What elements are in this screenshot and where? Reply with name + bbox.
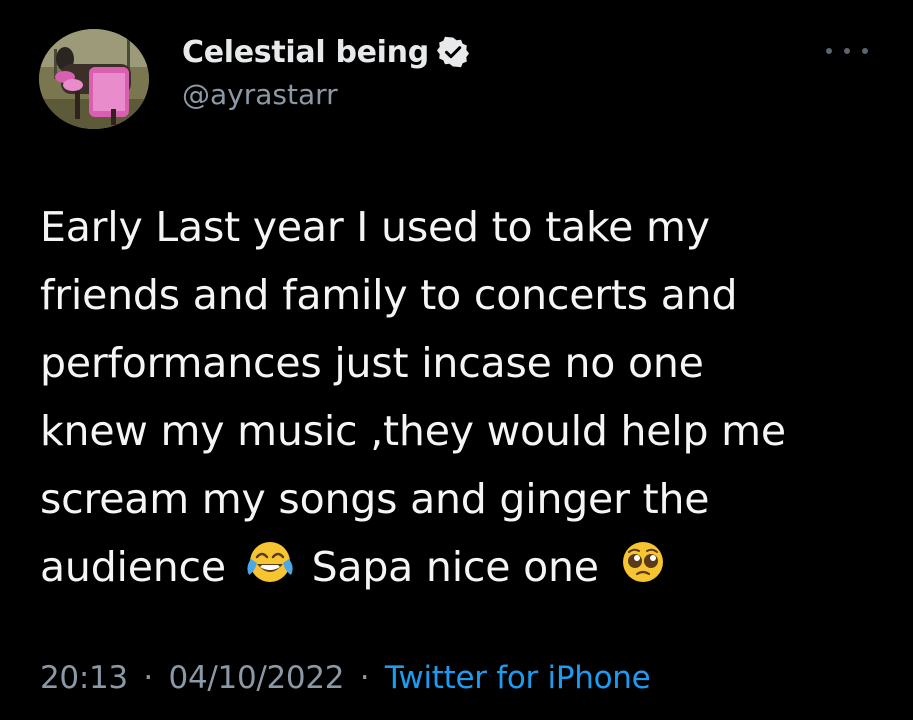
more-options-icon[interactable] (826, 40, 868, 62)
tweet-text-last-line: audience Sapa nice one (40, 533, 900, 601)
tweet-text-line: knew my music ,they would help me (40, 407, 786, 455)
meta-separator: · (143, 660, 153, 696)
dot-icon (844, 48, 850, 54)
author-avatar[interactable] (39, 29, 149, 129)
author-display-name[interactable]: Celestial being (182, 35, 429, 70)
tweet-text-segment: audience (40, 543, 226, 591)
tweet-text: Early Last year I used to take my friend… (40, 193, 900, 601)
tweet-source-link[interactable]: Twitter for iPhone (385, 660, 651, 696)
tweet-text-line: performances just incase no one (40, 339, 704, 387)
tweet-date[interactable]: 04/10/2022 (169, 660, 345, 696)
tweet-text-line: friends and family to concerts and (40, 271, 738, 319)
dot-icon (862, 48, 868, 54)
face-with-tears-of-joy-icon (247, 542, 293, 582)
tweet-meta: 20:13 · 04/10/2022 · Twitter for iPhone (40, 660, 651, 696)
tweet-text-segment: Sapa nice one (311, 543, 599, 591)
author-handle[interactable]: @ayrastarr (182, 78, 338, 111)
pleading-face-icon (622, 542, 663, 582)
tweet-card: Celestial being @ayrastarr Early Last ye… (0, 0, 913, 720)
tweet-time[interactable]: 20:13 (40, 660, 128, 696)
verified-badge-icon (436, 36, 469, 68)
author-name-row: Celestial being (182, 30, 469, 74)
tweet-text-line: scream my songs and ginger the (40, 475, 710, 523)
meta-separator: · (359, 660, 370, 696)
goat-in-pink-costume-avatar (39, 29, 149, 129)
tweet-text-line: Early Last year I used to take my (40, 203, 710, 251)
dot-icon (826, 48, 832, 54)
